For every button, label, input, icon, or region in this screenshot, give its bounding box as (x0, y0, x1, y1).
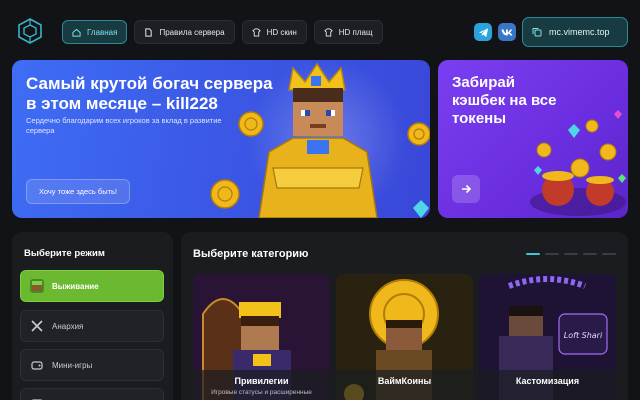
carousel-dots (526, 253, 616, 255)
mode-item-survival[interactable]: Выживание (20, 270, 164, 302)
category-card-customization[interactable]: Loft Shari Кастомизация (479, 274, 616, 400)
nav-item-label: Главная (87, 27, 118, 37)
mode-item-label: Выживание (52, 281, 99, 291)
carousel-dot[interactable] (602, 253, 616, 255)
sign-text: Loft Shari (564, 331, 603, 340)
category-card-subtitle: Игровые статусы и расширенные (211, 389, 312, 396)
home-icon (72, 28, 81, 37)
nav-item-label: HD скин (266, 27, 297, 37)
mode-item-label: Мини-игры (52, 360, 93, 370)
nav-item-hd-cape[interactable]: HD плащ (313, 20, 383, 44)
carousel-dot[interactable] (545, 253, 559, 255)
category-card-title: Привилегии (234, 376, 289, 386)
category-card-title: Кастомизация (515, 376, 580, 386)
treasure-illustration (530, 110, 626, 216)
main-nav: Главная Правила сервера HD скин HD плащ (62, 20, 383, 44)
cashback-banner[interactable]: Забирай кэшбек на все токены (438, 60, 628, 218)
category-card-privileges[interactable]: Привилегии Игровые статусы и расширенные (193, 274, 330, 400)
grass-block-icon (30, 279, 44, 293)
nav-item-rules[interactable]: Правила сервера (134, 20, 235, 44)
hero-character-illustration (210, 60, 430, 218)
category-card-title: ВаймКоины (377, 376, 432, 386)
nav-item-label: Правила сервера (159, 27, 225, 37)
telegram-icon (478, 27, 488, 37)
mode-item-anarchy[interactable]: Анархия (20, 310, 164, 342)
carousel-dot[interactable] (583, 253, 597, 255)
carousel-dot[interactable] (526, 253, 540, 255)
telegram-button[interactable] (474, 23, 492, 41)
carousel-dot[interactable] (564, 253, 578, 255)
vk-button[interactable] (498, 23, 516, 41)
vk-icon (501, 29, 513, 35)
copy-icon (532, 28, 542, 37)
shirt-icon (251, 27, 261, 37)
mode-panel: Выберите режим Выживание Анархия Мини-иг… (12, 232, 173, 400)
nav-item-home[interactable]: Главная (62, 20, 128, 44)
nav-item-hd-skin[interactable]: HD скин (241, 20, 307, 44)
category-panel-title: Выберите категорию (193, 248, 309, 260)
mode-panel-title: Выберите режим (24, 248, 105, 259)
mode-item-label: Анархия (52, 321, 84, 331)
arrow-right-icon (462, 184, 472, 194)
header: Главная Правила сервера HD скин HD плащ … (0, 0, 640, 62)
document-icon (145, 27, 153, 37)
swords-icon (30, 319, 44, 333)
mode-item-minigames[interactable]: Мини-игры (20, 349, 164, 381)
hero-banner[interactable]: Самый крутой богач сервера в этом месяце… (12, 60, 430, 218)
gamepad-icon (30, 358, 44, 372)
server-ip-copy[interactable]: mc.vimemc.top (522, 17, 628, 47)
hero-cta-button[interactable]: Хочу тоже здесь быть! (26, 179, 130, 204)
shirt-icon (323, 27, 333, 37)
nav-item-label: HD плащ (338, 27, 373, 37)
server-ip-text: mc.vimemc.top (549, 27, 610, 37)
hero-subtitle: Сердечно благодарим всех игроков за вкла… (26, 116, 222, 135)
cashback-arrow-button[interactable] (452, 175, 480, 203)
category-panel: Выберите категорию Привилегии Игровые ст… (181, 232, 628, 400)
category-card-vimecoins[interactable]: ВаймКоины (336, 274, 473, 400)
mode-item-more[interactable] (20, 388, 164, 400)
logo-icon[interactable] (17, 18, 43, 44)
